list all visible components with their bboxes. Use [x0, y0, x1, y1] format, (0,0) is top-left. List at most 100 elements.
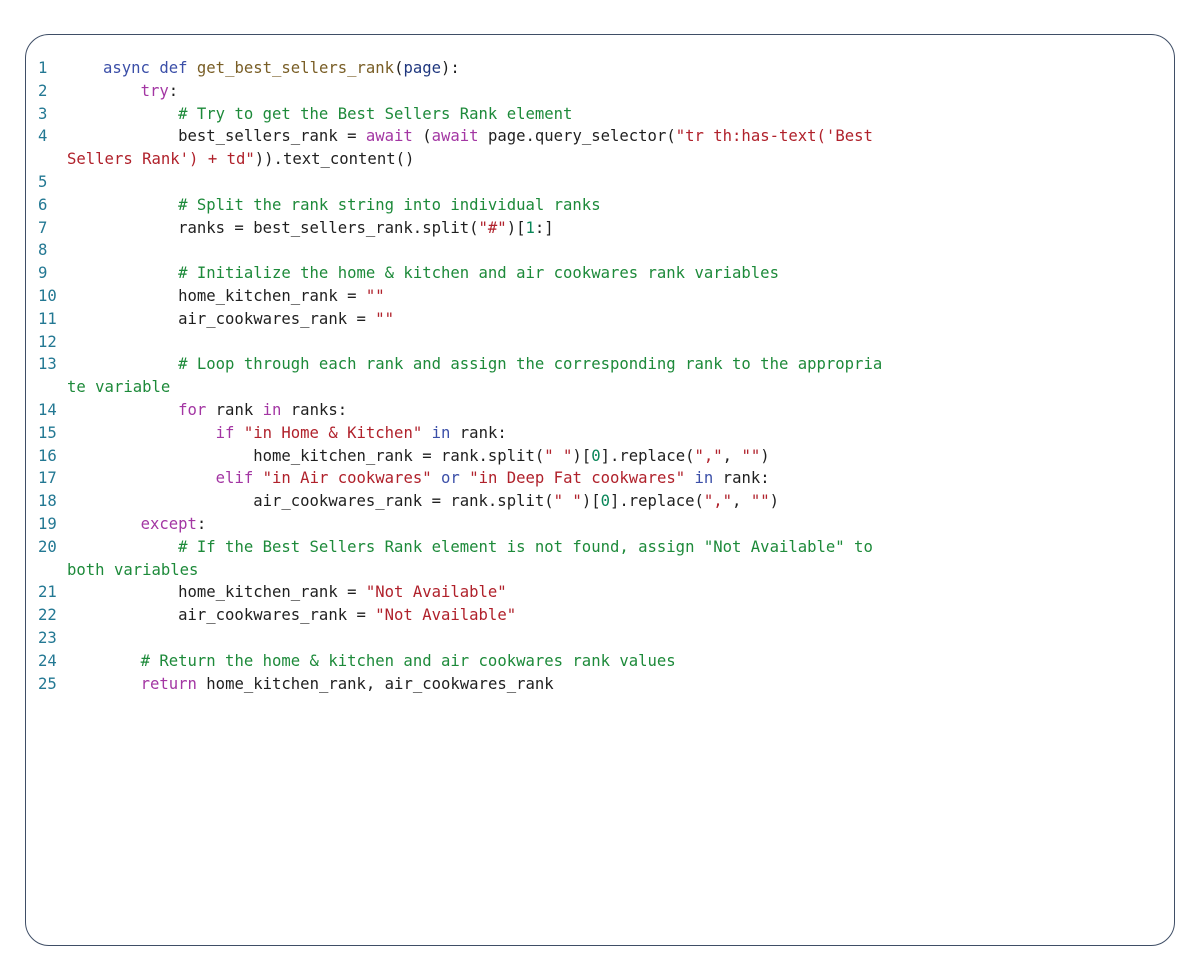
string-token: Sellers Rank') + td" [67, 150, 255, 169]
control-keyword-token: if [215, 423, 235, 442]
code-lines: 1 async def get_best_sellers_rank(page): 2… [26, 57, 1174, 695]
code-text: # Loop through each rank and assign the … [67, 353, 882, 399]
code-token: home_kitchen_rank = rank.split( [103, 446, 545, 465]
code-text: air_cookwares_rank = rank.split(" ")[0].… [103, 490, 779, 513]
code-text: ranks = best_sellers_rank.split("#")[1:] [103, 217, 554, 240]
code-line: 14 for rank in ranks: [26, 399, 1174, 422]
string-token: "," [694, 446, 723, 465]
code-text: home_kitchen_rank = rank.split(" ")[0].r… [103, 445, 770, 468]
code-token: home_kitchen_rank = [103, 583, 366, 602]
code-line-wrap: te variable [67, 376, 882, 399]
string-token: "tr th:has-text('Best [675, 127, 873, 146]
code-line-content: air_cookwares_rank = "" [103, 308, 394, 331]
code-line: 23​ [26, 627, 1174, 650]
code-line: 20 # If the Best Sellers Rank element is… [26, 536, 1174, 582]
code-text: home_kitchen_rank = "Not Available" [103, 581, 507, 604]
code-line: 16 home_kitchen_rank = rank.split(" ")[0… [26, 445, 1174, 468]
comment-token: # Split the rank string into individual … [178, 195, 601, 214]
code-line: 6 # Split the rank string into individua… [26, 194, 1174, 217]
code-line-content: home_kitchen_rank = rank.split(" ")[0].r… [103, 445, 770, 468]
code-token: ( [412, 127, 432, 146]
code-line-content: # If the Best Sellers Rank element is no… [103, 536, 873, 559]
code-line-content: best_sellers_rank = await (await page.qu… [103, 125, 873, 148]
comment-token: # Return the home & kitchen and air cook… [140, 651, 676, 670]
line-number: 8 [38, 241, 48, 260]
code-line-content: # Split the rank string into individual … [103, 194, 601, 217]
code-token: home_kitchen_rank = [103, 286, 366, 305]
code-line-content: # Loop through each rank and assign the … [103, 353, 882, 376]
code-line: 19 except: [26, 513, 1174, 536]
parameter-token: page [403, 59, 442, 77]
code-line-content: # Return the home & kitchen and air cook… [103, 650, 676, 673]
string-token: "" [741, 446, 761, 465]
control-keyword-token: return [140, 674, 197, 693]
code-text: async def get_best_sellers_rank(page): [103, 57, 460, 80]
code-token: ranks: [281, 400, 348, 419]
code-text: air_cookwares_rank = "" [103, 308, 394, 331]
code-line-content: return home_kitchen_rank, air_cookwares_… [103, 673, 554, 696]
number-token: 0 [591, 446, 601, 465]
code-text: # Initialize the home & kitchen and air … [103, 262, 779, 285]
code-text: return home_kitchen_rank, air_cookwares_… [103, 673, 554, 696]
line-number: 19 [38, 514, 57, 533]
code-token: rank: [450, 423, 507, 442]
code-line: 8​ [26, 239, 1174, 262]
string-token: "" [365, 286, 385, 305]
code-token: ].replace( [609, 492, 704, 511]
line-number: 23 [38, 628, 57, 647]
code-text: # Split the rank string into individual … [103, 194, 601, 217]
code-line: 7 ranks = best_sellers_rank.split("#")[1… [26, 217, 1174, 240]
code-token: )[ [506, 218, 526, 237]
keyword-token: in [694, 469, 714, 488]
code-text: elif "in Air cookwares" or "in Deep Fat … [103, 467, 770, 490]
code-line-content: except: [103, 513, 207, 536]
code-token: ) [769, 492, 779, 511]
code-text: except: [103, 513, 207, 536]
control-keyword-token: for [178, 400, 207, 419]
function-name-token: get_best_sellers_rank [196, 59, 395, 77]
string-token: "in Deep Fat cookwares" [469, 469, 686, 488]
line-number: 2 [38, 81, 48, 100]
code-token: ): [441, 59, 460, 77]
code-text: try: [103, 80, 179, 103]
keyword-token: in [431, 423, 451, 442]
string-token: "" [375, 309, 395, 328]
code-line: 10 home_kitchen_rank = "" [26, 285, 1174, 308]
comment-token: # Loop through each rank and assign the … [178, 355, 883, 374]
string-token: "#" [478, 218, 507, 237]
line-number: 18 [38, 492, 57, 511]
code-token: best_sellers_rank = [103, 127, 366, 146]
code-token: , [722, 446, 742, 465]
code-token: rank [206, 400, 263, 419]
code-text: # Return the home & kitchen and air cook… [103, 650, 676, 673]
code-token: rank: [713, 469, 770, 488]
code-text: home_kitchen_rank = "" [103, 285, 385, 308]
code-line-content: home_kitchen_rank = "" [103, 285, 385, 308]
line-number: 11 [38, 309, 57, 328]
code-line-content: async def get_best_sellers_rank(page): [103, 57, 460, 80]
code-text: if "in Home & Kitchen" in rank: [103, 422, 507, 445]
code-text: for rank in ranks: [103, 399, 347, 422]
code-line: 18 air_cookwares_rank = rank.split(" ")[… [26, 490, 1174, 513]
string-token: "," [703, 492, 733, 511]
code-line-content: ranks = best_sellers_rank.split("#")[1:] [103, 217, 554, 240]
line-number: 22 [38, 606, 57, 625]
code-token: air_cookwares_rank = rank.split( [103, 492, 554, 511]
code-token: ) [760, 446, 770, 465]
code-line: 13 # Loop through each rank and assign t… [26, 353, 1174, 399]
string-token: " " [553, 492, 582, 511]
code-line-content: air_cookwares_rank = "Not Available" [103, 604, 516, 627]
code-line-wrap: Sellers Rank') + td")).text_content() [67, 148, 873, 171]
control-keyword-token: except [140, 514, 197, 533]
string-token: "Not Available" [365, 583, 507, 602]
